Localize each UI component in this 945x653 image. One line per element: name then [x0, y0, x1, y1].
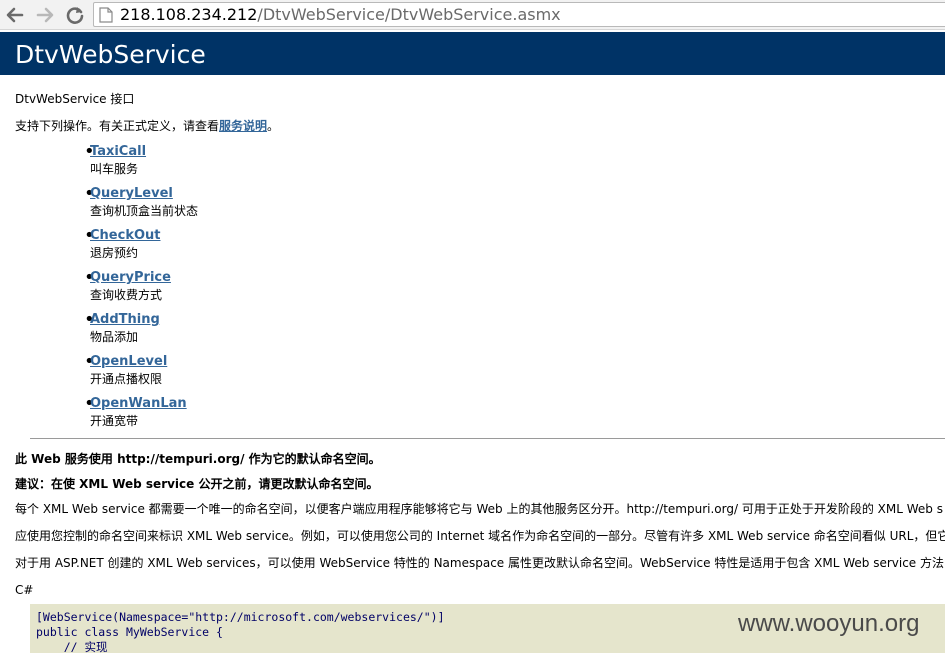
operations-intro-text: 支持下列操作。有关正式定义，请查看: [15, 119, 220, 133]
operation-link[interactable]: CheckOut: [90, 228, 160, 244]
operations-intro-suffix: 。: [267, 119, 280, 133]
code-language-label: C#: [15, 583, 34, 597]
service-description: DtvWebService 接口: [15, 92, 135, 106]
operation-description: 查询机顶盒当前状态: [90, 204, 199, 218]
operation-description: 开通宽带: [90, 414, 139, 428]
operation-description: 叫车服务: [90, 162, 139, 176]
operation-description: 退房预约: [90, 246, 139, 260]
operation-link[interactable]: TaxiCall: [90, 144, 146, 160]
operation-link[interactable]: OpenWanLan: [90, 396, 187, 412]
operations-intro: 支持下列操作。有关正式定义，请查看服务说明。: [15, 118, 279, 134]
service-description-link[interactable]: 服务说明: [219, 119, 267, 133]
page-content: DtvWebService 接口 支持下列操作。有关正式定义，请查看服务说明。 …: [0, 0, 945, 653]
section-divider: [30, 438, 945, 439]
operation-link[interactable]: QueryPrice: [90, 270, 171, 286]
operation-link[interactable]: QueryLevel: [90, 186, 173, 202]
operation-description: 物品添加: [90, 330, 139, 344]
namespace-paragraph-3: 对于用 ASP.NET 创建的 XML Web services，可以使用 We…: [15, 556, 945, 570]
operation-description: 查询收费方式: [90, 288, 163, 302]
code-line: // 实现: [36, 640, 108, 653]
namespace-recommendation: 建议：在使 XML Web service 公开之前，请更改默认命名空间。: [15, 477, 379, 491]
namespace-paragraph-1: 每个 XML Web service 都需要一个唯一的命名空间，以便客户端应用程…: [15, 502, 943, 516]
code-line: [WebService(Namespace="http://microsoft.…: [36, 610, 445, 624]
code-line: public class MyWebService {: [36, 625, 223, 639]
operation-description: 开通点播权限: [90, 372, 163, 386]
watermark: www.wooyun.org: [738, 610, 920, 637]
operation-link[interactable]: OpenLevel: [90, 354, 167, 370]
namespace-notice: 此 Web 服务使用 http://tempuri.org/ 作为它的默认命名空…: [15, 452, 381, 466]
namespace-paragraph-2: 应使用您控制的命名空间来标识 XML Web service。例如，可以使用您公…: [15, 529, 945, 543]
operation-link[interactable]: AddThing: [90, 312, 160, 328]
